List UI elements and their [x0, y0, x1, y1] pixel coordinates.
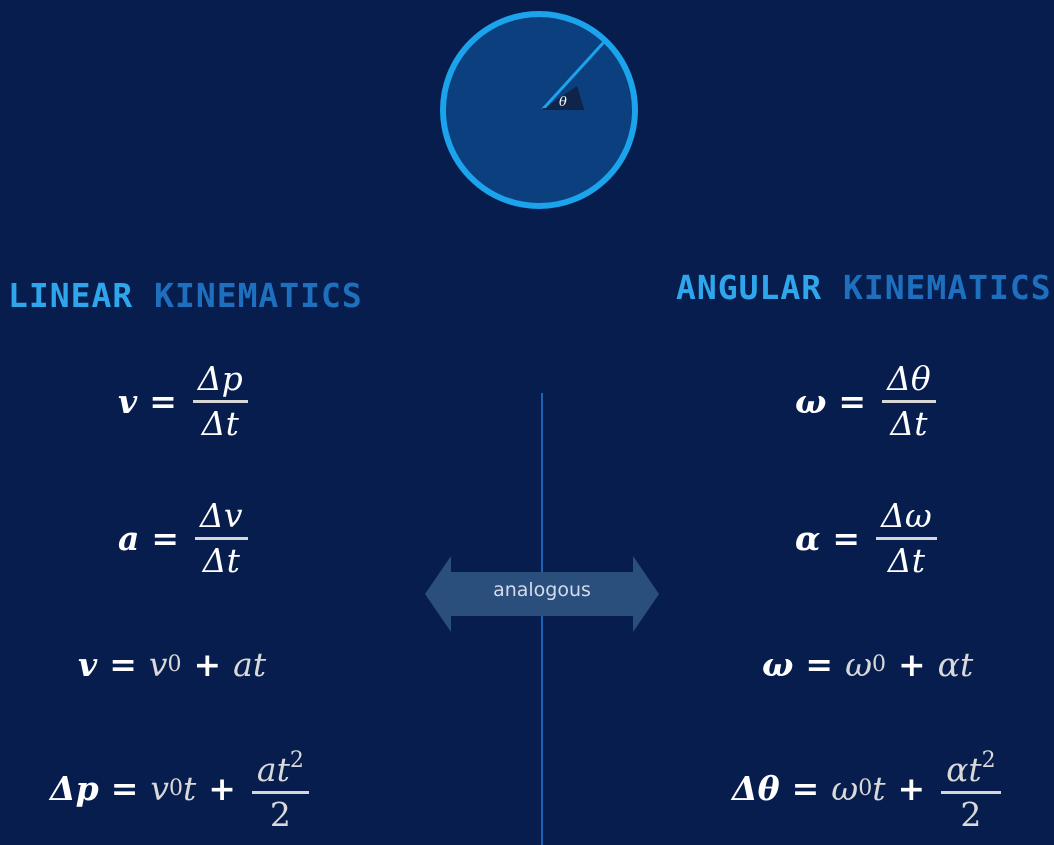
- heading-word-kinematics: KINEMATICS: [154, 276, 363, 315]
- fraction: Δp Δt: [192, 360, 248, 443]
- equation-angular-acceleration: α = Δω Δt: [795, 497, 941, 580]
- fraction: Δθ Δt: [882, 360, 936, 443]
- equation-linear-displacement: Δp = v0t + at2 2: [50, 742, 313, 834]
- equation-angular-displacement: Δθ = ω0t + αt2 2: [732, 742, 1005, 834]
- linear-kinematics-heading: LINEAR KINEMATICS: [8, 276, 363, 315]
- fraction: αt2 2: [941, 742, 1001, 834]
- equation-angular-velocity-time: ω = ω0 + αt: [762, 645, 974, 684]
- equation-angular-velocity: ω = Δθ Δt: [795, 360, 940, 443]
- equation-linear-velocity: v = Δp Δt: [118, 360, 252, 443]
- equation-linear-velocity-time: v = v0 + at: [78, 645, 267, 684]
- fraction: Δv Δt: [195, 497, 248, 580]
- equation-linear-acceleration: a = Δv Δt: [118, 497, 252, 580]
- angular-kinematics-heading: ANGULAR KINEMATICS: [676, 268, 1052, 307]
- heading-word-linear: LINEAR: [8, 276, 134, 315]
- circle: [440, 11, 638, 209]
- fraction: Δω Δt: [876, 497, 937, 580]
- heading-word-angular: ANGULAR: [676, 268, 823, 307]
- fraction: at2 2: [251, 742, 309, 834]
- angle-label: θ: [559, 95, 567, 110]
- rotation-circle-diagram: θ: [440, 11, 638, 209]
- heading-word-kinematics: KINEMATICS: [842, 268, 1052, 307]
- analogous-label: analogous: [493, 579, 591, 601]
